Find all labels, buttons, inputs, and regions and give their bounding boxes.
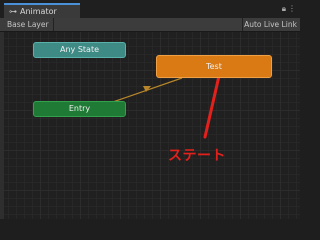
- entry-node[interactable]: Entry: [33, 101, 126, 117]
- any-state-node[interactable]: Any State: [33, 42, 126, 58]
- annotation-pointer-line: [203, 74, 221, 139]
- test-state-node[interactable]: Test: [156, 55, 272, 78]
- animator-window: ⊶ Animator 🔒︎ ⋮ Base Layer Auto Live Link…: [0, 0, 300, 219]
- state-annotation-label: ステート: [168, 148, 226, 164]
